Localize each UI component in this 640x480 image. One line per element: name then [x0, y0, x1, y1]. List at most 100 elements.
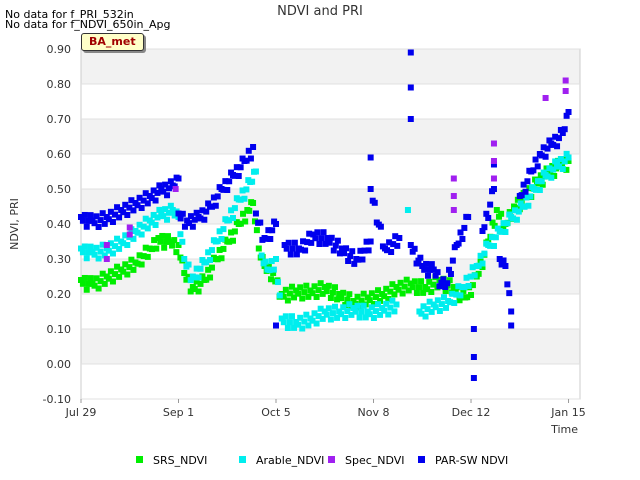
data-point: [340, 289, 347, 296]
data-point: [173, 249, 180, 256]
data-point: [359, 256, 366, 263]
data-point: [116, 245, 123, 252]
data-point: [218, 236, 225, 242]
data-point: [354, 302, 361, 309]
data-point: [207, 274, 214, 281]
data-point: [562, 88, 569, 94]
data-point: [470, 375, 477, 381]
data-point: [220, 226, 227, 233]
data-point: [253, 227, 260, 234]
data-point: [284, 325, 291, 331]
x-tick-label: Sep 1: [163, 406, 194, 419]
data-point: [246, 207, 253, 214]
ndvi-pri-chart: -0.10 0.00 0.10 0.20 0.30 0.40 0.50 0.60 0.70 0.8…: [8, 4, 586, 467]
y-tick-label: 0.30: [47, 253, 72, 266]
data-point: [457, 292, 464, 299]
data-point: [425, 272, 432, 279]
data-point: [87, 243, 94, 250]
data-point: [273, 221, 280, 227]
y-tick-label: 0.50: [47, 183, 72, 196]
data-point: [291, 239, 298, 246]
data-point: [229, 215, 236, 221]
data-point: [565, 154, 572, 161]
data-point: [101, 280, 108, 287]
data-point: [388, 249, 395, 255]
data-point: [358, 308, 365, 315]
data-point: [288, 313, 295, 320]
data-point: [109, 250, 116, 257]
data-point: [257, 219, 264, 226]
data-point: [377, 223, 384, 230]
x-tick-label: Jul 29: [65, 406, 97, 419]
data-point: [185, 261, 192, 268]
data-point: [504, 220, 511, 227]
data-point: [181, 256, 188, 262]
grid-band: [81, 119, 580, 154]
data-point: [318, 235, 325, 242]
data-point: [415, 284, 422, 291]
legend-label: PAR-SW NDVI: [435, 454, 508, 467]
data-point: [250, 200, 257, 206]
data-point: [404, 207, 411, 213]
data-point: [370, 315, 377, 321]
y-tick-label: 0.20: [47, 288, 72, 301]
no-data-note-ndvi: No data for f_NDVI_650in_Apg: [5, 18, 171, 31]
data-point: [208, 247, 215, 254]
data-point: [247, 155, 254, 162]
data-point: [250, 144, 257, 150]
data-point: [506, 290, 513, 297]
data-point: [500, 257, 507, 264]
data-point: [490, 243, 497, 249]
data-point: [522, 188, 529, 195]
data-point: [252, 168, 259, 175]
data-point: [407, 84, 414, 91]
data-point: [229, 237, 236, 244]
data-point: [270, 266, 277, 273]
data-point: [329, 289, 336, 296]
data-point: [327, 316, 334, 323]
data-point: [258, 252, 265, 259]
data-point: [83, 286, 90, 293]
data-point: [449, 257, 456, 264]
y-tick-label: 0.90: [47, 43, 72, 56]
data-point: [138, 261, 145, 268]
data-point: [152, 197, 159, 204]
data-point: [428, 261, 435, 268]
data-point: [367, 154, 374, 161]
data-point: [548, 174, 555, 181]
legend-label: SRS_NDVI: [153, 454, 207, 467]
grid-band: [81, 49, 580, 84]
data-point: [447, 271, 454, 277]
data-point: [343, 245, 350, 252]
data-point: [481, 250, 488, 257]
data-point: [81, 243, 88, 250]
data-point: [177, 231, 184, 238]
data-point: [164, 216, 171, 223]
grid-band: [81, 329, 580, 364]
data-point: [325, 282, 332, 289]
data-point: [492, 234, 499, 241]
data-point: [342, 315, 349, 321]
data-point: [116, 273, 123, 280]
data-point: [144, 225, 151, 232]
data-point: [465, 214, 472, 220]
data-point: [218, 255, 225, 262]
data-point: [242, 218, 249, 225]
data-point: [490, 140, 497, 147]
data-point: [226, 178, 233, 185]
data-point: [371, 199, 378, 206]
data-point: [451, 300, 458, 306]
data-point: [365, 247, 372, 254]
data-point: [249, 178, 256, 185]
data-point: [212, 202, 219, 209]
data-point: [428, 289, 435, 295]
y-tick-label: 0.00: [47, 358, 72, 371]
data-point: [224, 187, 231, 193]
data-point: [332, 284, 339, 291]
data-point: [394, 242, 401, 249]
data-point: [323, 288, 330, 295]
data-point: [189, 223, 196, 230]
x-axis-label: Time: [550, 423, 578, 436]
data-point: [393, 301, 400, 308]
data-point: [175, 175, 182, 182]
